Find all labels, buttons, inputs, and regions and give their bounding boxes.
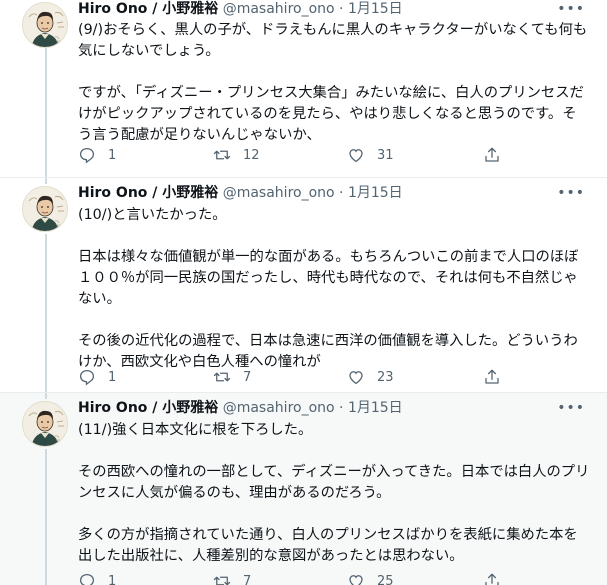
- tweet[interactable]: Hiro Ono / 小野雅裕 @masahiro_ono · 1月15日 ••…: [0, 178, 607, 393]
- reply-icon: [79, 573, 95, 585]
- tweet-header: Hiro Ono / 小野雅裕 @masahiro_ono · 1月15日 ••…: [78, 399, 597, 417]
- separator-dot: ·: [339, 400, 344, 416]
- tweet[interactable]: Hiro Ono / 小野雅裕 @masahiro_ono · 1月15日 ••…: [0, 393, 607, 585]
- retweet-count: 7: [243, 573, 252, 585]
- reply-icon: [79, 147, 95, 164]
- like-button[interactable]: 25: [347, 571, 394, 585]
- tweet-text: (11/)強く日本文化に根を下ろした。 その西欧への憧れの一部として、ディズニー…: [78, 422, 590, 564]
- more-icon[interactable]: •••: [557, 399, 585, 417]
- author-handle[interactable]: @masahiro_ono: [223, 185, 335, 201]
- author-name[interactable]: Hiro Ono / 小野雅裕: [78, 400, 218, 416]
- author-name[interactable]: Hiro Ono / 小野雅裕: [78, 1, 218, 17]
- avatar[interactable]: [22, 186, 68, 232]
- share-icon: [485, 369, 499, 384]
- share-icon: [485, 147, 499, 162]
- reply-icon: [79, 369, 95, 386]
- avatar-image: [23, 402, 67, 446]
- share-icon: [485, 573, 499, 585]
- reply-count: 1: [108, 573, 117, 585]
- separator-dot: ·: [339, 185, 344, 201]
- like-button[interactable]: 23: [347, 367, 394, 387]
- share-button[interactable]: [483, 145, 501, 165]
- like-count: 31: [377, 147, 394, 163]
- retweet-count: 7: [243, 369, 252, 385]
- reply-button[interactable]: 1: [78, 145, 116, 165]
- separator-dot: ·: [339, 1, 344, 17]
- reply-count: 1: [108, 369, 117, 385]
- like-count: 23: [377, 369, 394, 385]
- heart-icon: [349, 371, 363, 385]
- tweet-date[interactable]: 1月15日: [348, 1, 403, 17]
- tweet-date[interactable]: 1月15日: [348, 400, 403, 416]
- avatar-image: [23, 187, 67, 231]
- tweet-header: Hiro Ono / 小野雅裕 @masahiro_ono · 1月15日 ••…: [78, 184, 597, 202]
- author-name[interactable]: Hiro Ono / 小野雅裕: [78, 185, 218, 201]
- retweet-count: 12: [243, 147, 260, 163]
- thread-line: [45, 48, 47, 177]
- like-count: 25: [377, 573, 394, 585]
- reply-button[interactable]: 1: [78, 571, 116, 585]
- avatar[interactable]: [22, 2, 68, 48]
- share-button[interactable]: [483, 571, 501, 585]
- more-icon[interactable]: •••: [557, 184, 585, 202]
- tweet-actions: 1 12 31: [78, 145, 508, 165]
- more-icon[interactable]: •••: [557, 0, 585, 18]
- like-button[interactable]: 31: [347, 145, 394, 165]
- retweet-button[interactable]: 7: [213, 571, 251, 585]
- retweet-icon: [213, 576, 231, 585]
- tweet-text: (9/)おそらく、黒人の子が、ドラえもんに黒人のキャラクターがいなくても何も気に…: [78, 22, 588, 143]
- retweet-icon: [213, 150, 231, 160]
- tweet-actions: 1 7 23: [78, 367, 508, 387]
- tweet-date[interactable]: 1月15日: [348, 185, 403, 201]
- author-handle[interactable]: @masahiro_ono: [223, 1, 335, 17]
- author-handle[interactable]: @masahiro_ono: [223, 400, 335, 416]
- reply-count: 1: [108, 147, 117, 163]
- retweet-icon: [213, 372, 231, 382]
- share-button[interactable]: [483, 367, 501, 387]
- thread-line: [45, 393, 47, 399]
- tweet[interactable]: Hiro Ono / 小野雅裕 @masahiro_ono · 1月15日 ••…: [0, 0, 607, 178]
- thread-line: [45, 178, 47, 184]
- tweet-actions: 1 7 25: [78, 571, 508, 585]
- heart-icon: [349, 575, 363, 585]
- avatar-image: [23, 3, 67, 47]
- thread-line: [45, 449, 47, 585]
- avatar[interactable]: [22, 401, 68, 447]
- retweet-button[interactable]: 7: [213, 367, 251, 387]
- tweet-text: (10/)と言いたかった。 日本は様々な価値観が単一的な面がある。もちろんついこ…: [78, 207, 579, 370]
- heart-icon: [349, 149, 363, 163]
- reply-button[interactable]: 1: [78, 367, 116, 387]
- thread-line: [45, 234, 47, 392]
- retweet-button[interactable]: 12: [213, 145, 260, 165]
- tweet-header: Hiro Ono / 小野雅裕 @masahiro_ono · 1月15日 ••…: [78, 0, 597, 18]
